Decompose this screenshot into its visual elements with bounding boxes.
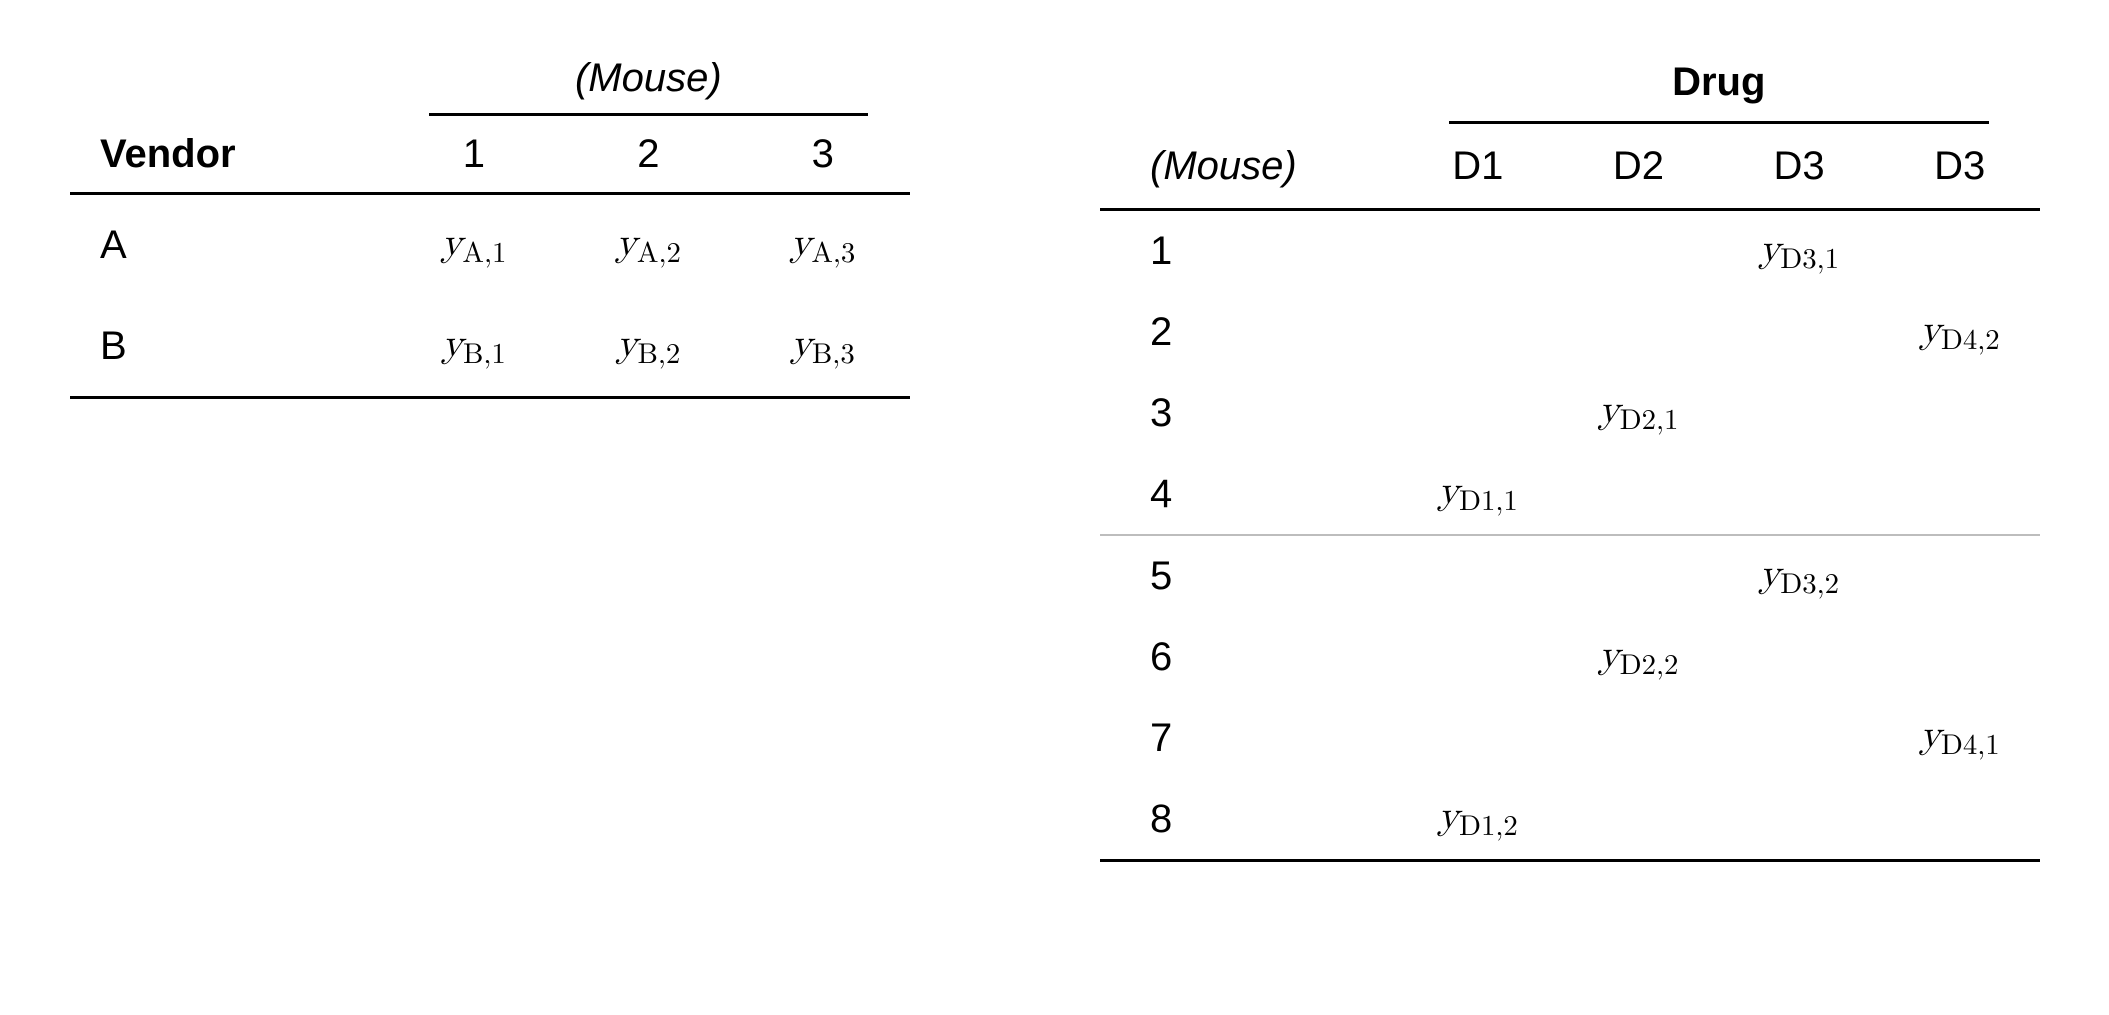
vendor-mouse-table: (Mouse) Vendor 1 2 3 A yA,1 yA,2 yA,3 B …: [70, 40, 910, 399]
cell-value: yA,1: [387, 194, 561, 296]
empty-cell: [1397, 210, 1558, 292]
empty-cell: [1397, 697, 1558, 778]
page: (Mouse) Vendor 1 2 3 A yA,1 yA,2 yA,3 B …: [0, 0, 2109, 1015]
empty-cell: [1100, 40, 1397, 124]
col-header-2: 2: [561, 116, 735, 194]
cell-value: yD4,2: [1879, 292, 2040, 373]
table-right: Drug (Mouse) D1 D2 D3 D3 1 yD3,1 2: [1100, 40, 2040, 862]
cell-value: yD3,2: [1719, 535, 1880, 617]
table-row: 3 yD2,1: [1100, 372, 2040, 453]
empty-cell: [1879, 778, 2040, 860]
col-header-d1: D1: [1397, 124, 1558, 210]
empty-cell: [1719, 697, 1880, 778]
empty-cell: [1879, 210, 2040, 292]
cell-value: yD4,1: [1879, 697, 2040, 778]
table-row: 4 yD1,1: [1100, 453, 2040, 535]
empty-cell: [1397, 535, 1558, 617]
empty-cell: [1558, 292, 1719, 373]
empty-cell: [1558, 535, 1719, 617]
empty-cell: [1558, 778, 1719, 860]
cell-value: yA,3: [736, 194, 910, 296]
row-label: 5: [1100, 535, 1397, 617]
table-row: Drug: [1100, 40, 2040, 124]
empty-cell: [1719, 453, 1880, 535]
row-label: 1: [1100, 210, 1397, 292]
row-label: 4: [1100, 453, 1397, 535]
table-row: B yB,1 yB,2 yB,3: [70, 296, 910, 398]
cell-value: yB,2: [561, 296, 735, 398]
empty-cell: [1558, 453, 1719, 535]
empty-cell: [1397, 617, 1558, 698]
row-label: 2: [1100, 292, 1397, 373]
empty-cell: [1558, 697, 1719, 778]
table-row: 6 yD2,2: [1100, 617, 2040, 698]
cell-value: yB,3: [736, 296, 910, 398]
row-label: 8: [1100, 778, 1397, 860]
table-row: (Mouse): [70, 40, 910, 116]
empty-cell: [1879, 617, 2040, 698]
table-left: (Mouse) Vendor 1 2 3 A yA,1 yA,2 yA,3 B …: [70, 40, 910, 399]
empty-cell: [1879, 453, 2040, 535]
cell-value: yD2,2: [1558, 617, 1719, 698]
table-row: 7 yD4,1: [1100, 697, 2040, 778]
col-header-d4: D3: [1879, 124, 2040, 210]
table-row: 5 yD3,2: [1100, 535, 2040, 617]
col-header-d3: D3: [1719, 124, 1880, 210]
row-label: B: [70, 296, 387, 398]
table-row: 2 yD4,2: [1100, 292, 2040, 373]
cell-value: yA,2: [561, 194, 735, 296]
drug-spanner: Drug: [1397, 40, 2040, 124]
col-header-1: 1: [387, 116, 561, 194]
cell-value: yB,1: [387, 296, 561, 398]
empty-cell: [1879, 372, 2040, 453]
table-row: Vendor 1 2 3: [70, 116, 910, 194]
row-label: A: [70, 194, 387, 296]
col-header-d2: D2: [1558, 124, 1719, 210]
row-label: 3: [1100, 372, 1397, 453]
cell-value: yD1,2: [1397, 778, 1558, 860]
row-label: 6: [1100, 617, 1397, 698]
cell-value: yD2,1: [1558, 372, 1719, 453]
table-row: (Mouse) D1 D2 D3 D3: [1100, 124, 2040, 210]
empty-cell: [1397, 372, 1558, 453]
vendor-header: Vendor: [70, 116, 387, 194]
mouse-spanner: (Mouse): [387, 40, 910, 116]
empty-cell: [1558, 210, 1719, 292]
empty-cell: [1397, 292, 1558, 373]
mouse-drug-table: Drug (Mouse) D1 D2 D3 D3 1 yD3,1 2: [1100, 40, 2040, 862]
empty-cell: [70, 40, 387, 116]
empty-cell: [1719, 617, 1880, 698]
row-label: 7: [1100, 697, 1397, 778]
empty-cell: [1879, 535, 2040, 617]
empty-cell: [1719, 372, 1880, 453]
empty-cell: [1719, 778, 1880, 860]
table-row: A yA,1 yA,2 yA,3: [70, 194, 910, 296]
cell-value: yD1,1: [1397, 453, 1558, 535]
col-header-3: 3: [736, 116, 910, 194]
cell-value: yD3,1: [1719, 210, 1880, 292]
empty-cell: [1719, 292, 1880, 373]
table-row: 8 yD1,2: [1100, 778, 2040, 860]
mouse-header: (Mouse): [1100, 124, 1397, 210]
table-row: 1 yD3,1: [1100, 210, 2040, 292]
